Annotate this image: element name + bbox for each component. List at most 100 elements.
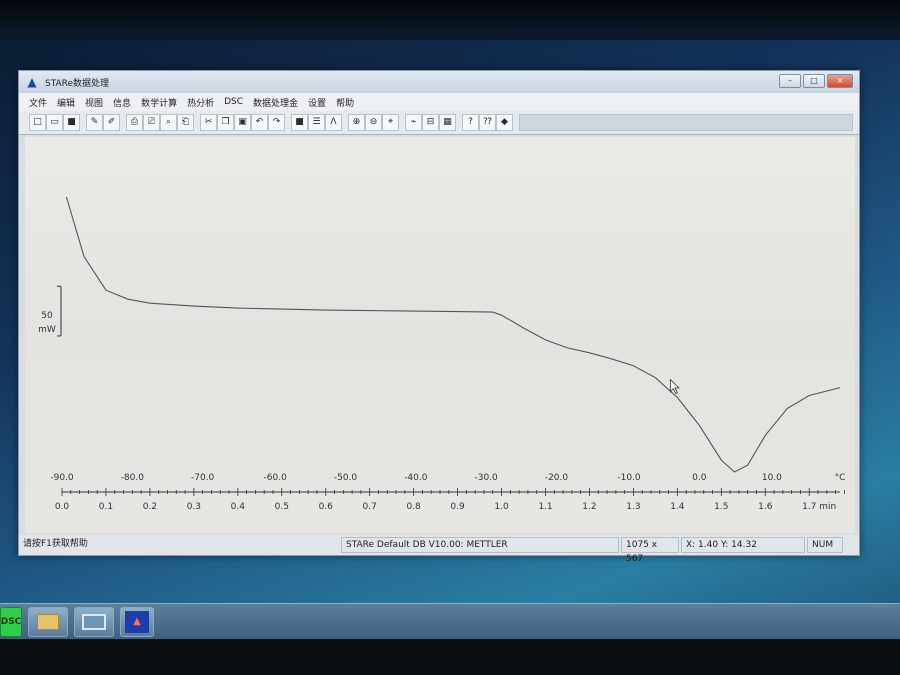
time-tick-label: 0.0 [55,502,70,512]
stare-app-icon: ▲ [125,610,149,633]
stare-app-icon: ▲ [27,75,37,89]
temperature-tick-label: -40.0 [404,473,428,483]
toolbar-empty-area [519,114,853,131]
curve-marker-icon[interactable]: ⌁ [405,114,422,131]
time-tick-label: 1.7 [802,502,816,512]
split-view-icon[interactable]: ⊟ [422,114,439,131]
minimize-button[interactable]: – [779,74,801,88]
cut-icon[interactable]: ✂ [200,114,217,131]
taskbar: DSC ▲ [0,603,900,639]
time-tick-label: 0.1 [99,502,113,512]
preview-icon[interactable]: ⌕ [160,114,177,131]
zoom-in-icon[interactable]: ⊕ [348,114,365,131]
time-tick-label: 0.8 [406,502,421,512]
menu-info[interactable]: 信息 [113,96,131,109]
menu-settings[interactable]: 设置 [308,96,326,109]
temperature-tick-label: -90.0 [50,473,74,483]
window-title: STARe数据处理 [45,78,110,89]
print-preview-icon[interactable]: ⎗ [177,114,194,131]
screen-capture-icon [82,613,106,630]
folder-icon [37,613,59,630]
zoom-out-icon[interactable]: ⊖ [365,114,382,131]
zoom-fit-icon[interactable]: ⌖ [382,114,399,131]
time-tick-label: 0.3 [187,502,201,512]
temperature-axis-unit: °C [835,473,846,483]
temperature-tick-label: -30.0 [475,473,499,483]
toolbar-group: ⌁ ⊟ ▦ [405,114,456,131]
dsc-curve [65,196,841,473]
monitor-bezel [0,0,900,40]
table-icon[interactable]: ▦ [439,114,456,131]
print-setup-icon[interactable]: ⎚ [143,114,160,131]
time-tick-label: 1.6 [758,502,773,512]
maximize-button[interactable]: □ [803,74,825,88]
time-tick-label: 0.4 [231,502,246,512]
undo-icon[interactable]: ↶ [251,114,268,131]
menu-file[interactable]: 文件 [29,96,47,109]
menu-dsc[interactable]: DSC [224,97,243,107]
time-tick-label: 0.9 [450,502,465,512]
status-size: 1075 x 567 [621,537,679,564]
temperature-tick-label: -20.0 [545,473,569,483]
book-icon[interactable]: ◆ [496,114,513,131]
time-tick-label: 1.4 [670,502,685,512]
mouse-cursor-icon [669,378,680,395]
redo-icon[interactable]: ↷ [268,114,285,131]
time-axis-unit: min [819,502,836,512]
taskbar-explorer-button[interactable] [28,606,68,637]
paste-icon[interactable]: ▣ [234,114,251,131]
time-tick-label: 1.3 [626,502,640,512]
status-database: STARe Default DB V10.00: METTLER [341,537,619,553]
export-icon[interactable]: ✐ [103,114,120,131]
print-icon[interactable]: ⎙ [126,114,143,131]
temperature-tick-label: -50.0 [334,473,358,483]
load-curve-icon[interactable]: ✎ [86,114,103,131]
taskbar-stare-button[interactable]: ▲ [120,606,154,637]
toolbar-group: ✂ ❐ ▣ ↶ ↷ [200,114,285,131]
dsc-chart: 50 mW 0.0 0.1 0.2 0.3 0.4 0.5 0.6 0.7 0.8 0.9 1.0 1… [38,196,846,512]
toolbar-group: □ ▭ ■ [29,114,80,131]
menu-view[interactable]: 视图 [85,96,103,109]
new-file-icon[interactable]: □ [29,114,46,131]
toolbar-group: ? ⁇ ◆ [462,114,513,131]
time-tick-label: 0.5 [275,502,289,512]
menu-edit[interactable]: 编辑 [57,96,75,109]
copy-icon[interactable]: ❐ [217,114,234,131]
save-icon[interactable]: ■ [63,114,80,131]
menu-thermal-analysis[interactable]: 热分析 [187,96,214,109]
time-tick-label: 0.7 [363,502,377,512]
temperature-tick-label: 10.0 [762,473,782,483]
menu-bar: 文件 编辑 视图 信息 数学计算 热分析 DSC 数据处理金 设置 帮助 [19,93,859,111]
toolbar-group: ⎙ ⎚ ⌕ ⎗ [126,114,194,131]
temperature-tick-label: -10.0 [617,473,641,483]
help-icon[interactable]: ? [462,114,479,131]
temperature-tick-label: -60.0 [264,473,288,483]
stare-window: ▲ STARe数据处理 – □ × 文件 编辑 视图 信息 数学计算 热分析 D… [18,70,860,564]
time-tick-label: 0.2 [143,502,157,512]
context-help-icon[interactable]: ⁇ [479,114,496,131]
status-hint: 请按F1获取帮助 [23,539,88,549]
temperature-tick-label: -70.0 [191,473,215,483]
scale-bar-unit: mW [38,325,56,335]
status-coordinates: X: 1.40 Y: 14.32 [681,537,805,553]
status-bar: 请按F1获取帮助 STARe Default DB V10.00: METTLE… [19,535,859,564]
menu-help[interactable]: 帮助 [336,96,354,109]
list-icon[interactable]: ☰ [308,114,325,131]
stop-icon[interactable]: ■ [291,114,308,131]
time-tick-label: 1.0 [494,502,509,512]
time-tick-label: 1.1 [538,502,552,512]
dsc-plot[interactable]: 50 mW 0.0 0.1 0.2 0.3 0.4 0.5 0.6 0.7 0.8 0.9 1.0 1… [25,137,855,533]
temperature-tick-label: -80.0 [121,473,145,483]
title-bar[interactable]: ▲ STARe数据处理 – □ × [19,71,859,93]
taskbar-screen-button[interactable] [74,606,114,637]
status-num-lock: NUM [807,537,843,553]
peak-icon[interactable]: Λ [325,114,342,131]
menu-data-processing[interactable]: 数据处理金 [253,96,298,109]
taskbar-dsc-button[interactable]: DSC [0,606,22,637]
time-tick-label: 1.5 [714,502,728,512]
toolbar-group: ⊕ ⊖ ⌖ [348,114,399,131]
open-folder-icon[interactable]: ▭ [46,114,63,131]
close-button[interactable]: × [827,74,853,88]
toolbar-group: ■ ☰ Λ [291,114,342,131]
menu-math[interactable]: 数学计算 [141,96,177,109]
